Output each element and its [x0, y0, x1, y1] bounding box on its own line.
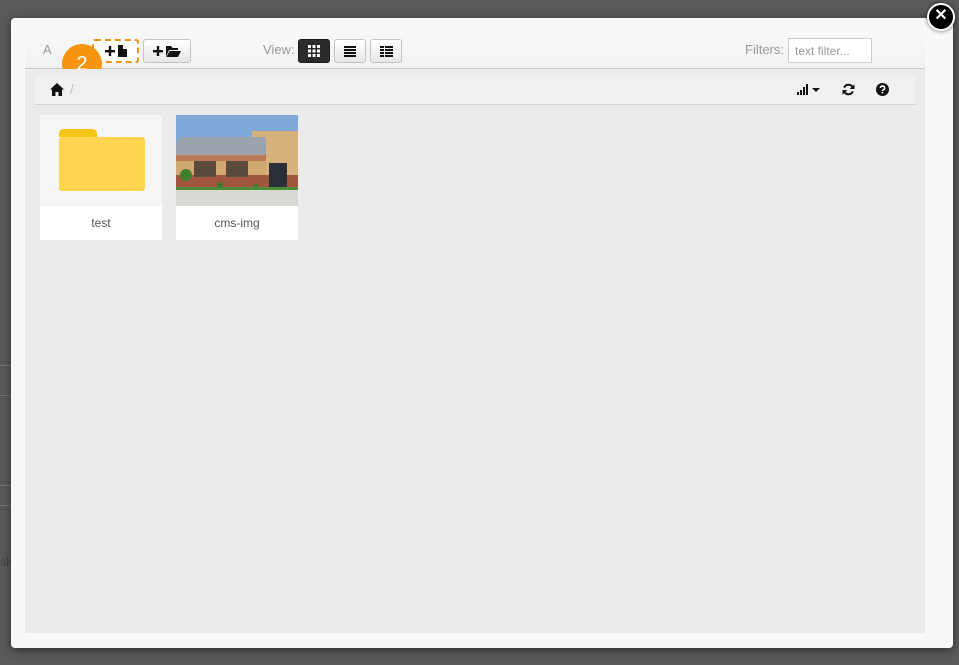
file-tile-folder[interactable]: test [40, 115, 162, 240]
columns-icon [379, 45, 393, 57]
question-circle-icon [876, 83, 889, 96]
add-folder-button[interactable] [143, 39, 191, 63]
breadcrumb-separator: / [70, 82, 74, 97]
grid-view-button[interactable] [298, 39, 330, 63]
columns-view-button[interactable] [370, 39, 402, 63]
view-label: View: [263, 42, 295, 57]
toolbar: A 2 View: Filters: text filter... [25, 32, 925, 84]
refresh-button[interactable] [842, 83, 855, 99]
folder-icon [59, 129, 145, 191]
file-name: test [91, 216, 111, 230]
list-view-button[interactable] [334, 39, 366, 63]
image-thumbnail [176, 115, 298, 206]
file-name: cms-img [214, 216, 260, 230]
building-photo [176, 115, 298, 206]
close-button[interactable]: ✕ [927, 3, 955, 31]
file-browser: / test cms-img [25, 69, 925, 633]
signal-bars-icon [797, 84, 820, 95]
breadcrumb: / [35, 75, 915, 105]
text-filter-input[interactable] [788, 38, 872, 63]
refresh-icon [842, 83, 855, 96]
list-icon [344, 45, 356, 57]
sort-button[interactable] [797, 84, 821, 98]
add-label: A [43, 42, 52, 57]
filters-label: Filters: [745, 42, 784, 57]
grid-icon [308, 45, 320, 57]
folder-thumbnail [40, 115, 162, 206]
plus-folder-icon [153, 46, 181, 57]
plus-file-icon [104, 45, 127, 57]
home-icon[interactable] [50, 83, 64, 96]
help-button[interactable] [876, 83, 889, 99]
file-manager-modal: A 2 View: Filters: text filter... / test… [11, 18, 953, 648]
file-tile-image[interactable]: cms-img [176, 115, 298, 240]
